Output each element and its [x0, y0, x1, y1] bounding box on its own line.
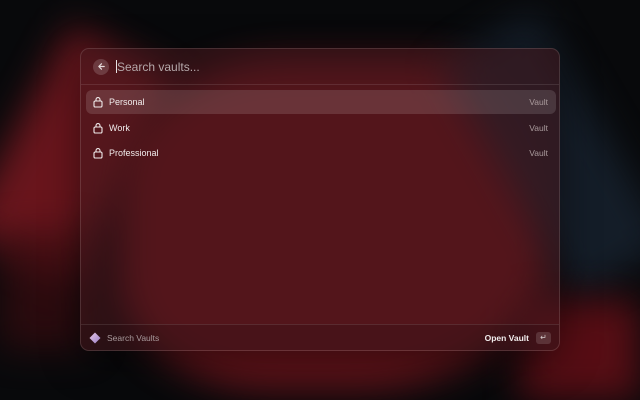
app-logo-icon [89, 332, 101, 343]
list-item-label: Personal [109, 97, 145, 107]
list-item-label: Work [109, 122, 130, 133]
list-item-label: Professional [109, 148, 159, 159]
vault-list: Personal Vault Work Vault Professional V… [86, 90, 556, 167]
lock-icon [93, 97, 103, 108]
arrow-left-icon [97, 63, 105, 70]
list-item[interactable]: Work Vault [86, 116, 556, 140]
launcher-window: Personal Vault Work Vault Professional V… [80, 48, 560, 351]
search-bar [81, 49, 559, 85]
footer-title: Search Vaults [107, 332, 160, 343]
open-vault-button[interactable]: Open Vault [485, 333, 529, 343]
list-item-type: Vault [529, 97, 548, 107]
list-item[interactable]: Professional Vault [86, 141, 556, 165]
lock-icon [93, 122, 103, 134]
action-bar: Search Vaults Open Vault ↵ [81, 324, 559, 350]
return-key-icon: ↵ [536, 331, 551, 344]
search-input[interactable] [117, 59, 537, 74]
list-item-type: Vault [529, 122, 548, 133]
back-button[interactable] [93, 58, 109, 75]
list-item-type: Vault [529, 148, 548, 159]
list-item[interactable]: Personal Vault [86, 90, 556, 114]
lock-icon [93, 148, 103, 159]
